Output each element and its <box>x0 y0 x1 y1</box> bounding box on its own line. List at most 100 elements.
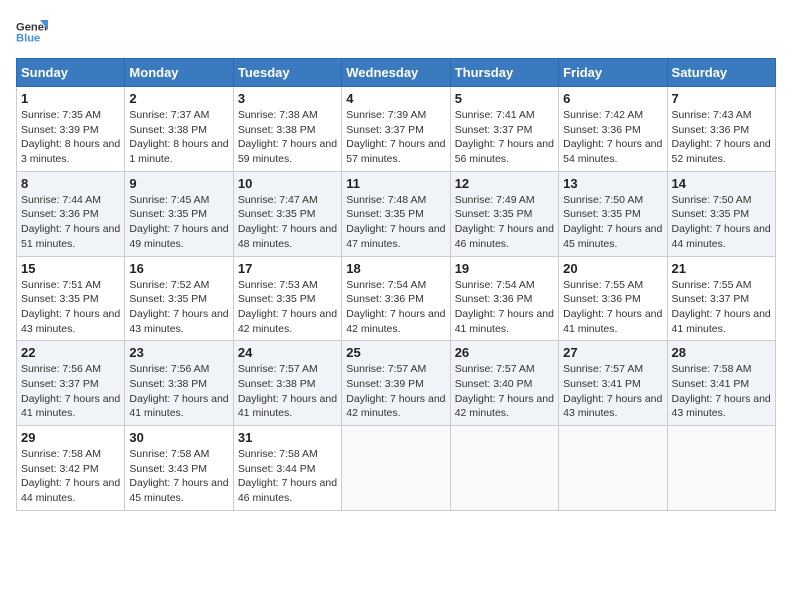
day-number: 29 <box>21 430 120 445</box>
weekday-tuesday: Tuesday <box>233 59 341 87</box>
day-cell-9: 9 Sunrise: 7:45 AMSunset: 3:35 PMDaylight… <box>125 171 233 256</box>
day-info: Sunrise: 7:51 AMSunset: 3:35 PMDaylight:… <box>21 278 120 337</box>
day-cell-11: 11 Sunrise: 7:48 AMSunset: 3:35 PMDayligh… <box>342 171 450 256</box>
day-cell-6: 6 Sunrise: 7:42 AMSunset: 3:36 PMDaylight… <box>559 87 667 172</box>
day-info: Sunrise: 7:57 AMSunset: 3:41 PMDaylight:… <box>563 362 662 421</box>
day-info: Sunrise: 7:47 AMSunset: 3:35 PMDaylight:… <box>238 193 337 252</box>
day-cell-28: 28 Sunrise: 7:58 AMSunset: 3:41 PMDayligh… <box>667 341 775 426</box>
day-number: 6 <box>563 91 662 106</box>
day-cell-15: 15 Sunrise: 7:51 AMSunset: 3:35 PMDayligh… <box>17 256 125 341</box>
day-number: 20 <box>563 261 662 276</box>
day-number: 11 <box>346 176 445 191</box>
svg-text:Blue: Blue <box>16 33 40 45</box>
calendar-table: SundayMondayTuesdayWednesdayThursdayFrid… <box>16 58 776 511</box>
day-cell-18: 18Sunrise: 7:54 AMSunset: 3:36 PMDayligh… <box>342 256 450 341</box>
day-cell-27: 27Sunrise: 7:57 AMSunset: 3:41 PMDayligh… <box>559 341 667 426</box>
day-info: Sunrise: 7:55 AMSunset: 3:37 PMDaylight:… <box>672 278 771 337</box>
day-info: Sunrise: 7:58 AMSunset: 3:44 PMDaylight:… <box>238 447 337 506</box>
day-info: Sunrise: 7:55 AMSunset: 3:36 PMDaylight:… <box>563 278 662 337</box>
day-info: Sunrise: 7:41 AMSunset: 3:37 PMDaylight:… <box>455 108 554 167</box>
day-info: Sunrise: 7:54 AMSunset: 3:36 PMDaylight:… <box>346 278 445 337</box>
day-number: 13 <box>563 176 662 191</box>
day-number: 1 <box>21 91 120 106</box>
logo-icon: General Blue <box>16 16 48 48</box>
day-cell-24: 24 Sunrise: 7:57 AMSunset: 3:38 PMDayligh… <box>233 341 341 426</box>
day-info: Sunrise: 7:58 AMSunset: 3:41 PMDaylight:… <box>672 362 771 421</box>
day-cell-26: 26 Sunrise: 7:57 AMSunset: 3:40 PMDayligh… <box>450 341 558 426</box>
weekday-header-row: SundayMondayTuesdayWednesdayThursdayFrid… <box>17 59 776 87</box>
day-info: Sunrise: 7:49 AMSunset: 3:35 PMDaylight:… <box>455 193 554 252</box>
day-cell-19: 19 Sunrise: 7:54 AMSunset: 3:36 PMDayligh… <box>450 256 558 341</box>
day-info: Sunrise: 7:38 AMSunset: 3:38 PMDaylight:… <box>238 108 337 167</box>
day-info: Sunrise: 7:57 AMSunset: 3:40 PMDaylight:… <box>455 362 554 421</box>
day-cell-23: 23Sunrise: 7:56 AMSunset: 3:38 PMDayligh… <box>125 341 233 426</box>
day-number: 21 <box>672 261 771 276</box>
day-info: Sunrise: 7:56 AMSunset: 3:38 PMDaylight:… <box>129 362 228 421</box>
empty-cell <box>342 426 450 511</box>
empty-cell <box>667 426 775 511</box>
week-row-4: 22 Sunrise: 7:56 AMSunset: 3:37 PMDayligh… <box>17 341 776 426</box>
day-info: Sunrise: 7:35 AMSunset: 3:39 PMDaylight:… <box>21 108 120 167</box>
day-number: 25 <box>346 345 445 360</box>
day-number: 22 <box>21 345 120 360</box>
day-number: 17 <box>238 261 337 276</box>
day-cell-3: 3 Sunrise: 7:38 AMSunset: 3:38 PMDaylight… <box>233 87 341 172</box>
day-cell-12: 12 Sunrise: 7:49 AMSunset: 3:35 PMDayligh… <box>450 171 558 256</box>
day-info: Sunrise: 7:56 AMSunset: 3:37 PMDaylight:… <box>21 362 120 421</box>
weekday-monday: Monday <box>125 59 233 87</box>
day-cell-17: 17 Sunrise: 7:53 AMSunset: 3:35 PMDayligh… <box>233 256 341 341</box>
page-header: General Blue <box>16 16 776 48</box>
day-cell-8: 8 Sunrise: 7:44 AMSunset: 3:36 PMDaylight… <box>17 171 125 256</box>
weekday-thursday: Thursday <box>450 59 558 87</box>
day-number: 31 <box>238 430 337 445</box>
week-row-5: 29 Sunrise: 7:58 AMSunset: 3:42 PMDayligh… <box>17 426 776 511</box>
logo: General Blue <box>16 16 48 48</box>
day-cell-10: 10 Sunrise: 7:47 AMSunset: 3:35 PMDayligh… <box>233 171 341 256</box>
day-cell-29: 29 Sunrise: 7:58 AMSunset: 3:42 PMDayligh… <box>17 426 125 511</box>
calendar-body: 1 Sunrise: 7:35 AMSunset: 3:39 PMDaylight… <box>17 87 776 511</box>
day-info: Sunrise: 7:54 AMSunset: 3:36 PMDaylight:… <box>455 278 554 337</box>
day-number: 15 <box>21 261 120 276</box>
day-number: 26 <box>455 345 554 360</box>
day-cell-4: 4Sunrise: 7:39 AMSunset: 3:37 PMDaylight… <box>342 87 450 172</box>
day-info: Sunrise: 7:37 AMSunset: 3:38 PMDaylight:… <box>129 108 228 167</box>
day-info: Sunrise: 7:42 AMSunset: 3:36 PMDaylight:… <box>563 108 662 167</box>
day-info: Sunrise: 7:57 AMSunset: 3:38 PMDaylight:… <box>238 362 337 421</box>
day-cell-2: 2 Sunrise: 7:37 AMSunset: 3:38 PMDaylight… <box>125 87 233 172</box>
day-cell-14: 14Sunrise: 7:50 AMSunset: 3:35 PMDayligh… <box>667 171 775 256</box>
day-info: Sunrise: 7:45 AMSunset: 3:35 PMDaylight:… <box>129 193 228 252</box>
weekday-sunday: Sunday <box>17 59 125 87</box>
day-number: 2 <box>129 91 228 106</box>
day-cell-25: 25 Sunrise: 7:57 AMSunset: 3:39 PMDayligh… <box>342 341 450 426</box>
day-number: 28 <box>672 345 771 360</box>
day-number: 19 <box>455 261 554 276</box>
day-number: 8 <box>21 176 120 191</box>
day-number: 9 <box>129 176 228 191</box>
day-cell-1: 1 Sunrise: 7:35 AMSunset: 3:39 PMDaylight… <box>17 87 125 172</box>
empty-cell <box>559 426 667 511</box>
day-info: Sunrise: 7:52 AMSunset: 3:35 PMDaylight:… <box>129 278 228 337</box>
weekday-friday: Friday <box>559 59 667 87</box>
day-number: 10 <box>238 176 337 191</box>
day-info: Sunrise: 7:43 AMSunset: 3:36 PMDaylight:… <box>672 108 771 167</box>
day-info: Sunrise: 7:50 AMSunset: 3:35 PMDaylight:… <box>563 193 662 252</box>
day-number: 3 <box>238 91 337 106</box>
day-number: 16 <box>129 261 228 276</box>
day-cell-20: 20 Sunrise: 7:55 AMSunset: 3:36 PMDayligh… <box>559 256 667 341</box>
day-cell-16: 16 Sunrise: 7:52 AMSunset: 3:35 PMDayligh… <box>125 256 233 341</box>
day-info: Sunrise: 7:53 AMSunset: 3:35 PMDaylight:… <box>238 278 337 337</box>
day-number: 30 <box>129 430 228 445</box>
day-number: 12 <box>455 176 554 191</box>
day-cell-31: 31 Sunrise: 7:58 AMSunset: 3:44 PMDayligh… <box>233 426 341 511</box>
day-number: 24 <box>238 345 337 360</box>
day-cell-30: 30Sunrise: 7:58 AMSunset: 3:43 PMDayligh… <box>125 426 233 511</box>
day-cell-7: 7Sunrise: 7:43 AMSunset: 3:36 PMDaylight… <box>667 87 775 172</box>
day-info: Sunrise: 7:48 AMSunset: 3:35 PMDaylight:… <box>346 193 445 252</box>
day-info: Sunrise: 7:58 AMSunset: 3:42 PMDaylight:… <box>21 447 120 506</box>
day-info: Sunrise: 7:44 AMSunset: 3:36 PMDaylight:… <box>21 193 120 252</box>
week-row-3: 15 Sunrise: 7:51 AMSunset: 3:35 PMDayligh… <box>17 256 776 341</box>
day-info: Sunrise: 7:57 AMSunset: 3:39 PMDaylight:… <box>346 362 445 421</box>
day-number: 5 <box>455 91 554 106</box>
day-cell-22: 22 Sunrise: 7:56 AMSunset: 3:37 PMDayligh… <box>17 341 125 426</box>
day-info: Sunrise: 7:50 AMSunset: 3:35 PMDaylight:… <box>672 193 771 252</box>
